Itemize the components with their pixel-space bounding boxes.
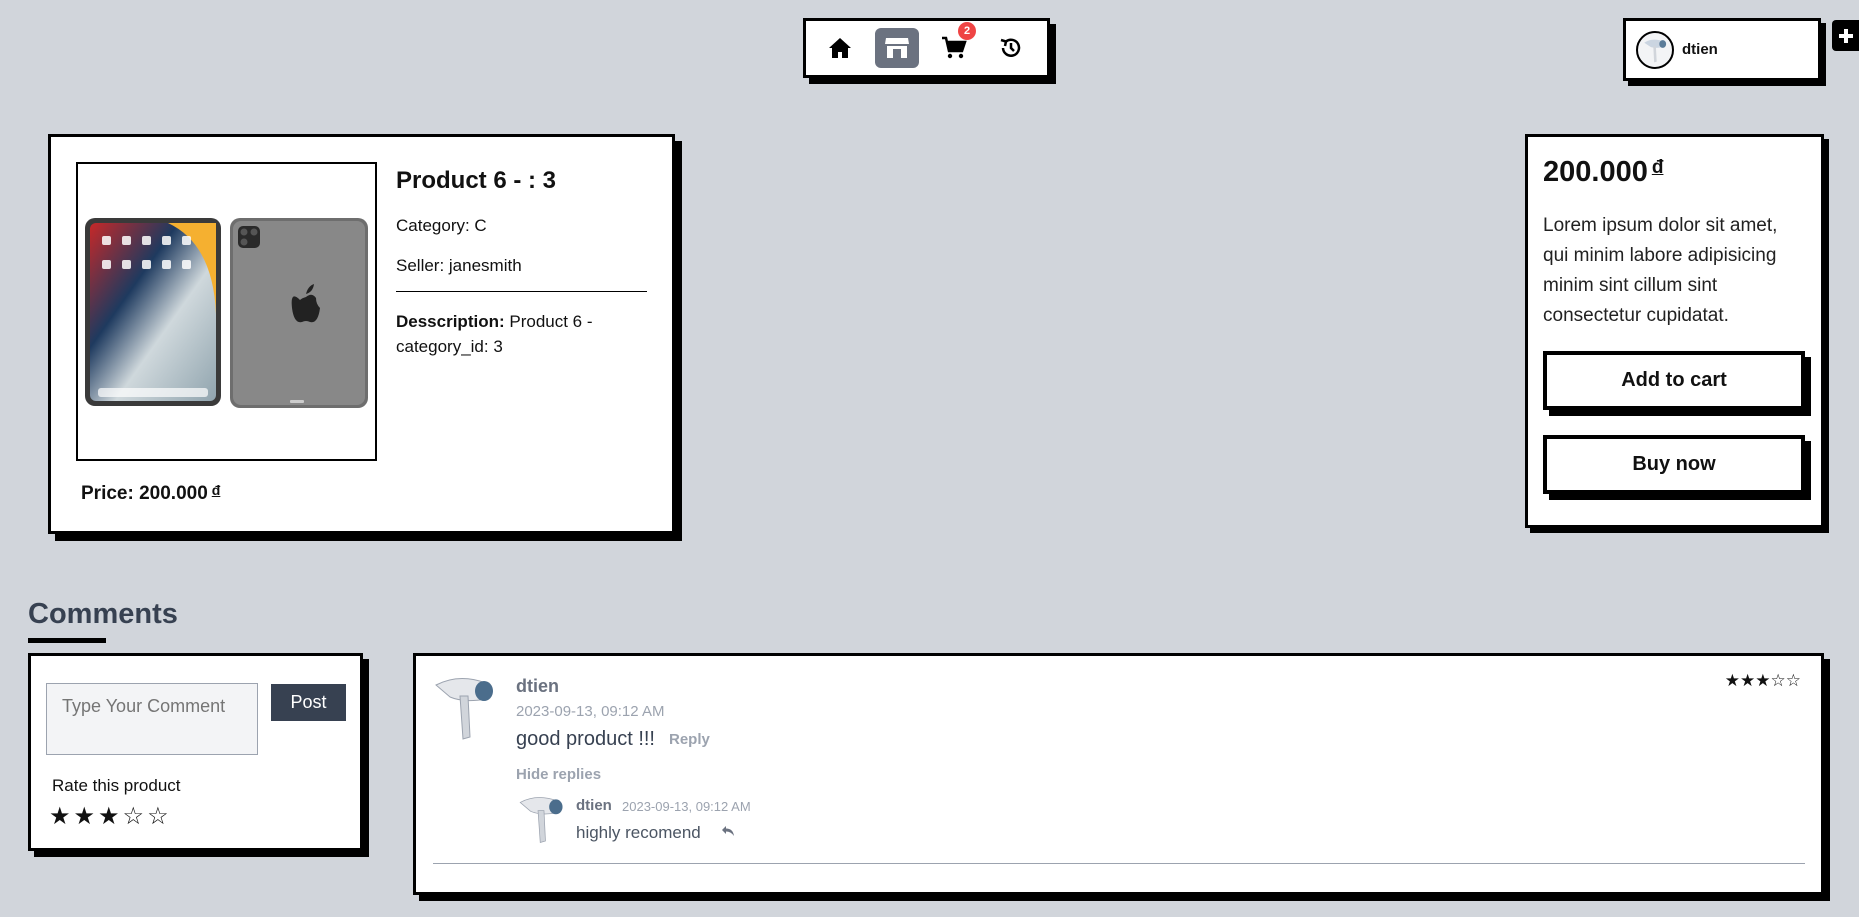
add-button[interactable]: [1832, 20, 1859, 51]
star-filled-icon[interactable]: ★: [49, 805, 71, 829]
comment-form: Post Rate this product ★ ★ ★ ☆ ☆: [28, 653, 363, 851]
rating-input: ★ ★ ★ ☆ ☆: [49, 805, 169, 829]
top-nav: 2: [803, 18, 1050, 78]
store-icon: [885, 38, 909, 58]
reply-button[interactable]: Reply: [669, 731, 710, 748]
description-label: Desscription:: [396, 312, 505, 331]
comment-rating: ★ ★ ★ ☆ ☆: [1725, 671, 1801, 691]
divider: [396, 291, 647, 292]
product-description: Desscription: Product 6 - category_id: 3: [396, 309, 626, 359]
history-icon: [1000, 38, 1021, 57]
hair-dryer-icon: [435, 678, 493, 740]
rate-label: Rate this product: [52, 776, 181, 795]
star-filled-icon[interactable]: ★: [98, 805, 120, 829]
home-icon: [829, 38, 851, 58]
product-seller: Seller: janesmith: [396, 256, 522, 275]
reply-arrow-icon[interactable]: [721, 824, 735, 841]
tablet-image: [85, 218, 368, 408]
product-category: Category: C: [396, 216, 487, 235]
currency-symbol: đ: [211, 482, 221, 498]
comment-input[interactable]: [46, 683, 258, 755]
buy-currency: đ: [1651, 157, 1664, 178]
buy-description: Lorem ipsum dolor sit amet, qui minim la…: [1543, 215, 1778, 326]
star-empty-icon: ☆: [1785, 671, 1801, 690]
comment-author: dtien: [516, 676, 559, 696]
reply-text: highly recomend: [576, 823, 701, 842]
price-label: Price: 200.000: [81, 483, 208, 504]
buy-now-button[interactable]: Buy now: [1543, 435, 1805, 494]
plus-icon: [1838, 28, 1853, 43]
heading-underline: [28, 638, 106, 643]
nav-cart-button[interactable]: 2: [932, 22, 976, 68]
hide-replies-button[interactable]: Hide replies: [516, 766, 601, 783]
product-price: Price: 200.000 đ: [81, 482, 220, 505]
nav-history-button[interactable]: [989, 28, 1033, 68]
product-title: Product 6 - : 3: [396, 167, 557, 194]
cart-icon: [942, 36, 967, 59]
buy-price-value: 200.000: [1543, 156, 1648, 188]
star-empty-icon[interactable]: ☆: [123, 805, 145, 829]
hair-dryer-icon: [519, 797, 563, 843]
comment-text: good product !!!: [516, 728, 655, 750]
comment-date: 2023-09-13, 09:12 AM: [516, 703, 665, 720]
buy-price: 200.000 đ: [1543, 156, 1806, 189]
product-card: Product 6 - : 3 Category: C Seller: jane…: [48, 134, 675, 534]
divider: [433, 863, 1805, 864]
buy-box: 200.000 đ Lorem ipsum dolor sit amet, qui…: [1525, 134, 1824, 528]
product-image: [76, 162, 377, 461]
nav-home-button[interactable]: [818, 28, 862, 68]
reply-author: dtien: [576, 797, 612, 814]
username: dtien: [1682, 41, 1718, 58]
star-empty-icon: ☆: [1770, 671, 1786, 690]
comments-list: dtien 2023-09-13, 09:12 AM good product …: [413, 653, 1824, 895]
reply-date: 2023-09-13, 09:12 AM: [622, 799, 751, 814]
nav-store-button[interactable]: [875, 28, 919, 68]
star-filled-icon: ★: [1755, 671, 1771, 690]
star-filled-icon: ★: [1740, 671, 1756, 690]
star-empty-icon[interactable]: ☆: [147, 805, 169, 829]
add-to-cart-button[interactable]: Add to cart: [1543, 351, 1805, 410]
user-profile-button[interactable]: dtien: [1623, 18, 1821, 81]
avatar: [1636, 30, 1674, 69]
comments-heading: Comments: [28, 598, 178, 630]
hair-dryer-icon: [1644, 39, 1667, 62]
star-filled-icon: ★: [1724, 671, 1740, 690]
cart-count-badge: 2: [958, 22, 976, 40]
post-button[interactable]: Post: [271, 684, 346, 721]
star-filled-icon[interactable]: ★: [74, 805, 96, 829]
